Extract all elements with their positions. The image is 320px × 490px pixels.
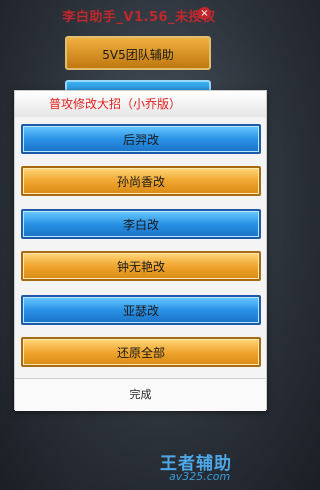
close-icon[interactable]: × — [198, 7, 211, 20]
option-sunshangxiang[interactable]: 孙尚香改 — [21, 166, 261, 196]
skill-mod-dialog: 普攻修改大招（小乔版） 后羿改 孙尚香改 李白改 钟无艳改 亚瑟改 还原全部 完… — [14, 90, 267, 411]
option-yase[interactable]: 亚瑟改 — [21, 295, 261, 325]
option-restore-all[interactable]: 还原全部 — [21, 337, 261, 367]
option-libai[interactable]: 李白改 — [21, 209, 261, 239]
app-title: 李白助手_V1.56_未授权 — [62, 10, 216, 25]
option-houyi[interactable]: 后羿改 — [21, 124, 261, 154]
option-zhongwuyan[interactable]: 钟无艳改 — [21, 251, 261, 281]
dialog-title: 普攻修改大招（小乔版） — [15, 91, 266, 117]
team-assist-button[interactable]: 5V5团队辅助 — [65, 36, 211, 70]
done-button[interactable]: 完成 — [15, 378, 266, 411]
watermark-url: av325.com — [169, 470, 231, 483]
